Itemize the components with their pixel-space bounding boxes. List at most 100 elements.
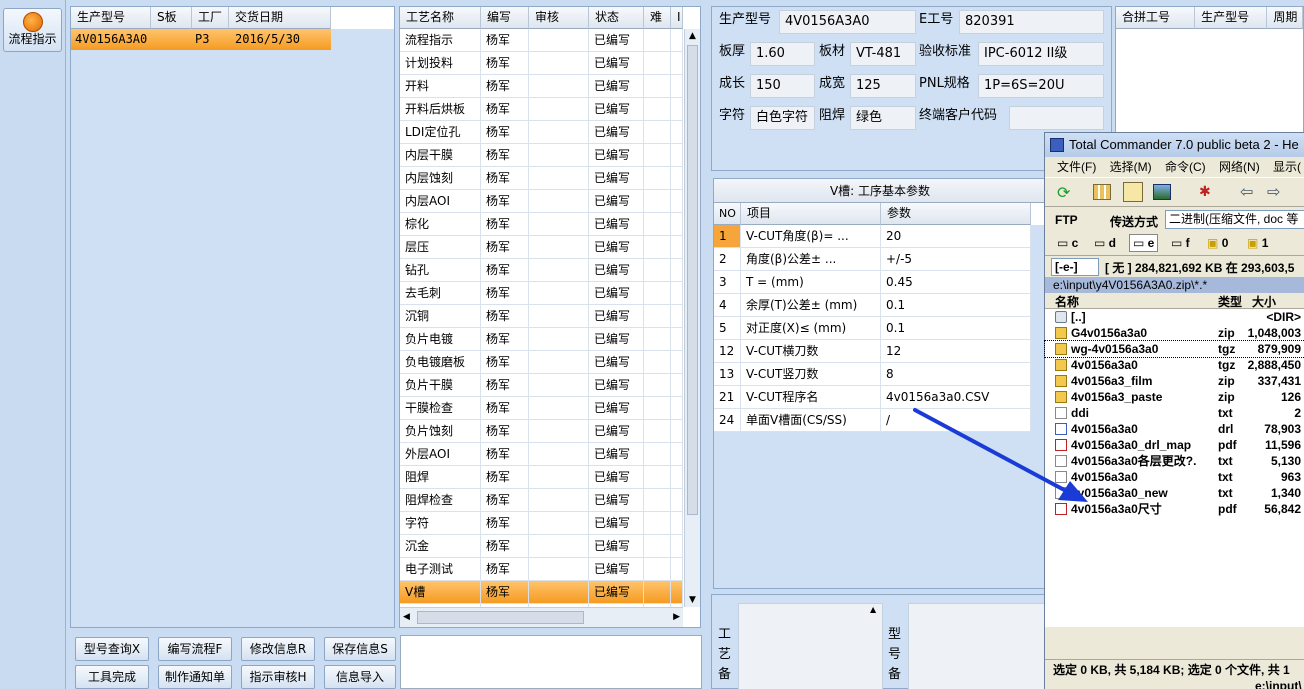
notes-textarea[interactable] <box>400 635 702 689</box>
process-row[interactable]: 开料后烘板 杨军 已编写 <box>400 98 683 121</box>
save-info-button[interactable]: 保存信息S <box>324 637 396 661</box>
process-row[interactable]: V槽 杨军 已编写 <box>400 581 683 604</box>
vcut-row[interactable]: 4 余厚(T)公差± (mm) 0.1 <box>714 294 1031 317</box>
customer-code-field[interactable] <box>1009 106 1104 130</box>
pnl-field[interactable]: 1P=6S=20U <box>978 74 1104 98</box>
vcut-col-value[interactable]: 参数 <box>881 203 1031 225</box>
production-notice-button[interactable]: 制作通知单 <box>158 665 232 689</box>
tc-menu-network[interactable]: 网络(N) <box>1219 160 1260 174</box>
process-col-name[interactable]: 工艺名称 <box>400 7 481 29</box>
process-hscroll[interactable]: ◀ ▶ <box>400 607 683 627</box>
vcut-row[interactable]: 3T = (mm) 0.45 <box>714 271 1031 294</box>
process-row[interactable]: 去毛刺 杨军 已编写 <box>400 282 683 305</box>
process-col-writer[interactable]: 编写 <box>481 7 529 29</box>
tc-col-name[interactable]: 名称 <box>1055 293 1079 310</box>
vcut-row[interactable]: 2 角度(β)公差± ... +/-5 <box>714 248 1031 271</box>
process-col-review[interactable]: 审核 <box>529 7 589 29</box>
orders-col-s[interactable]: S板 <box>151 7 192 29</box>
character-field[interactable]: 白色字符 <box>750 106 815 130</box>
back-arrow-icon[interactable]: ⇦ <box>1240 182 1253 202</box>
process-row[interactable]: 内层蚀刻 杨军 已编写 <box>400 167 683 190</box>
scroll-up-arrow[interactable]: ▲ <box>685 29 700 43</box>
drive-d[interactable]: ▭ d <box>1094 236 1116 250</box>
vcut-col-item[interactable]: 项目 <box>741 203 881 225</box>
process-row[interactable]: 棕化 杨军 已编写 <box>400 213 683 236</box>
model-remark-field[interactable] <box>908 603 1052 689</box>
hscroll-thumb[interactable] <box>417 611 584 624</box>
merge-col-period[interactable]: 周期 <box>1267 7 1303 29</box>
tc-file-row[interactable]: 4v0156a3a0 tgz 2,888,450 <box>1045 357 1304 373</box>
material-field[interactable]: VT-481 <box>850 42 916 66</box>
standard-field[interactable]: IPC-6012 II级 <box>978 42 1104 66</box>
write-flow-button[interactable]: 编写流程F <box>158 637 232 661</box>
tc-col-type[interactable]: 类型 <box>1218 293 1242 310</box>
refresh-icon[interactable]: ⟳ <box>1057 183 1070 203</box>
length-field[interactable]: 150 <box>750 74 815 98</box>
tc-menu-file[interactable]: 文件(F) <box>1057 160 1096 174</box>
tc-file-row[interactable]: wg-4v0156a3a0 tgz 879,909 <box>1044 340 1304 358</box>
vcut-row[interactable]: 5 对正度(X)≤ (mm) 0.1 <box>714 317 1031 340</box>
scroll-up-arrow[interactable]: ▲ <box>870 605 876 614</box>
process-row[interactable]: 流程指示 杨军 已编写 <box>400 29 683 52</box>
drive-0[interactable]: ▣ 0 <box>1207 236 1228 250</box>
process-row[interactable]: 内层干膜 杨军 已编写 <box>400 144 683 167</box>
orders-col-date[interactable]: 交货日期 <box>229 7 331 29</box>
vcut-row[interactable]: 1 V-CUT角度(β)= ... 20 <box>714 225 1031 248</box>
brief-view-icon[interactable] <box>1093 184 1111 200</box>
tc-file-row[interactable]: 4v0156a3_film zip 337,431 <box>1045 373 1304 389</box>
orders-col-model[interactable]: 生产型号 <box>71 7 151 29</box>
drive-c[interactable]: ▭ c <box>1057 236 1078 250</box>
process-row[interactable]: 外层AOI 杨军 已编写 <box>400 443 683 466</box>
width-field[interactable]: 125 <box>850 74 916 98</box>
transfer-mode-select[interactable]: 二进制(压缩文件, doc 等 <box>1165 210 1304 229</box>
tc-file-row[interactable]: 4v0156a3_paste zip 126 <box>1045 389 1304 405</box>
tree-view-icon[interactable] <box>1123 182 1143 202</box>
tc-col-size[interactable]: 大小 <box>1252 293 1276 310</box>
merge-col-model[interactable]: 生产型号 <box>1195 7 1268 29</box>
drive-select[interactable]: [-e-] <box>1051 258 1099 276</box>
tc-path[interactable]: e:\input\y4V0156A3A0.zip\*.* <box>1045 277 1304 293</box>
model-query-button[interactable]: 型号查询X <box>75 637 149 661</box>
vcut-row[interactable]: 21 V-CUT程序名 4v0156a3a0.CSV <box>714 386 1031 409</box>
vcut-col-no[interactable]: NO <box>714 203 741 225</box>
process-row[interactable]: 负片电镀 杨军 已编写 <box>400 328 683 351</box>
process-row[interactable]: 负电镀磨板 杨军 已编写 <box>400 351 683 374</box>
tc-menu-select[interactable]: 选择(M) <box>1110 160 1152 174</box>
tc-file-row[interactable]: 4v0156a3a0尺寸 pdf 56,842 <box>1045 501 1304 517</box>
e-number-field[interactable]: 820391 <box>959 10 1104 34</box>
process-row[interactable]: 沉金 杨军 已编写 <box>400 535 683 558</box>
drive-f[interactable]: ▭ f <box>1171 236 1190 250</box>
process-row[interactable]: 沉铜 杨军 已编写 <box>400 305 683 328</box>
modify-info-button[interactable]: 修改信息R <box>241 637 315 661</box>
thumbnail-icon[interactable] <box>1153 184 1171 200</box>
forward-arrow-icon[interactable]: ⇨ <box>1267 182 1280 202</box>
process-row[interactable]: LDI定位孔 杨军 已编写 <box>400 121 683 144</box>
process-row[interactable]: 计划投料 杨军 已编写 <box>400 52 683 75</box>
drive-1[interactable]: ▣ 1 <box>1247 236 1268 250</box>
process-row[interactable]: 字符 杨军 已编写 <box>400 512 683 535</box>
process-row[interactable]: 钻孔 杨军 已编写 <box>400 259 683 282</box>
tc-titlebar[interactable]: Total Commander 7.0 public beta 2 - He <box>1045 133 1304 157</box>
thickness-field[interactable]: 1.60 <box>750 42 815 66</box>
orders-row[interactable]: 4V0156A3A0 P3 2016/5/30 <box>71 29 331 50</box>
tool-complete-button[interactable]: 工具完成 <box>75 665 149 689</box>
tc-file-row[interactable]: 4v0156a3a0 drl 78,903 <box>1045 421 1304 437</box>
info-import-button[interactable]: 信息导入 <box>324 665 396 689</box>
tc-file-row[interactable]: [..] <DIR> <box>1045 309 1304 325</box>
tc-file-row[interactable]: 4v0156a3a0_new txt 1,340 <box>1045 485 1304 501</box>
scroll-left-arrow[interactable]: ◀ <box>403 612 410 622</box>
model-field[interactable]: 4V0156A3A0 <box>779 10 916 34</box>
indication-review-button[interactable]: 指示审核H <box>241 665 315 689</box>
vcut-row[interactable]: 24 单面V槽面(CS/SS) / <box>714 409 1031 432</box>
process-row[interactable]: 负片干膜 杨军 已编写 <box>400 374 683 397</box>
orders-col-factory[interactable]: 工厂 <box>192 7 229 29</box>
process-row[interactable]: 干膜检查 杨军 已编写 <box>400 397 683 420</box>
process-row[interactable]: 电子测试 杨军 已编写 <box>400 558 683 581</box>
tc-menu-command[interactable]: 命令(C) <box>1165 160 1206 174</box>
drive-e[interactable]: ▭ e <box>1129 234 1159 252</box>
vcut-row[interactable]: 12 V-CUT横刀数 12 <box>714 340 1031 363</box>
scroll-right-arrow[interactable]: ▶ <box>673 612 680 622</box>
process-col-difficulty[interactable]: 难 <box>644 7 671 29</box>
flow-indicator-button[interactable]: 流程指示 <box>3 8 62 52</box>
tc-file-row[interactable]: G4v0156a3a0 zip 1,048,003 <box>1045 325 1304 341</box>
